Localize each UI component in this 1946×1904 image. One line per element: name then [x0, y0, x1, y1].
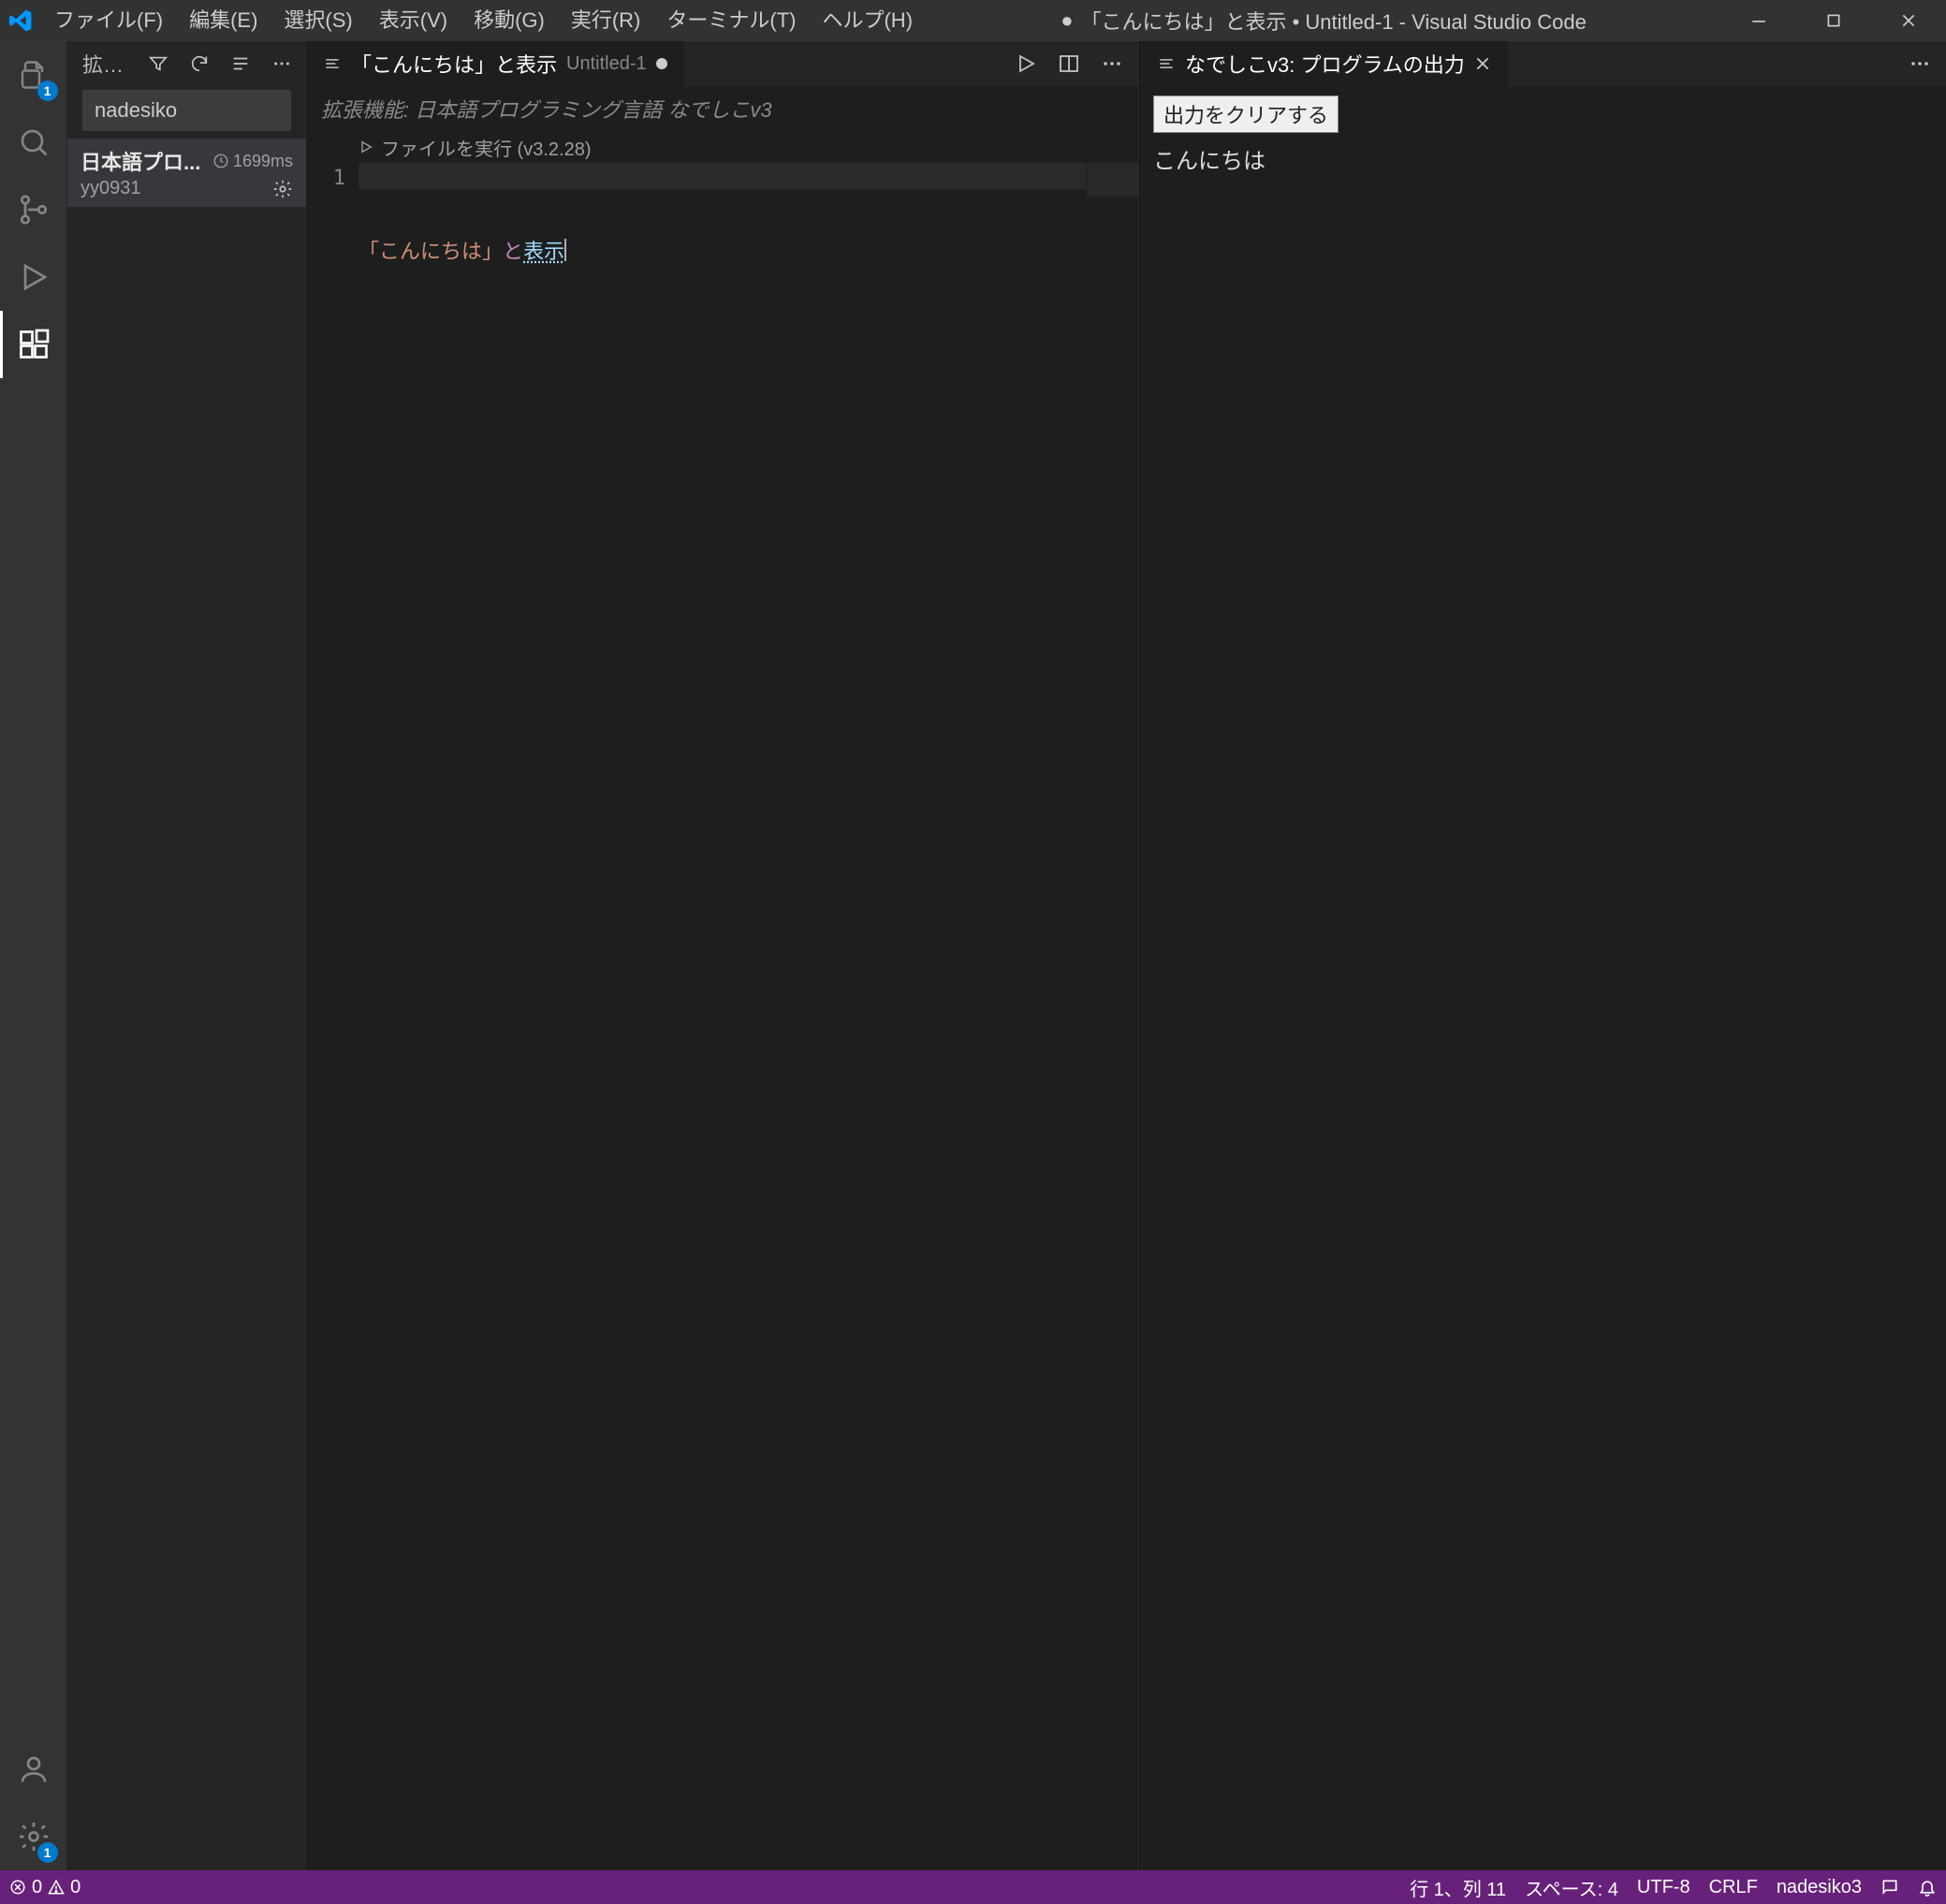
extension-activation-time: 1699ms — [212, 152, 293, 171]
activity-settings[interactable]: 1 — [0, 1803, 67, 1870]
maximize-button[interactable] — [1796, 0, 1871, 41]
window-title: ● 「こんにちは」と表示 • Untitled-1 - Visual Studi… — [926, 6, 1721, 36]
extension-search-input[interactable] — [82, 90, 291, 131]
dirty-dot-icon — [656, 58, 667, 69]
sidebar-header: 拡張... — [67, 41, 306, 86]
menu-help[interactable]: ヘルプ(H) — [809, 0, 926, 41]
tab-actions-left — [1000, 41, 1138, 86]
menu-terminal[interactable]: ターミナル(T) — [653, 0, 809, 41]
tabbar-left: 「こんにちは」と表示 Untitled-1 — [306, 41, 1138, 86]
editor-group-1: 「こんにちは」と表示 Untitled-1 拡張機 — [306, 41, 1139, 1870]
vscode-logo-icon — [0, 0, 41, 41]
sidebar-extensions: 拡張... 日本語プロ... 1699ms — [67, 41, 306, 1870]
tab-output-title: なでしこv3: プログラムの出力 — [1185, 49, 1465, 79]
refresh-icon[interactable] — [183, 47, 216, 81]
play-icon — [358, 139, 373, 154]
status-bar: 0 0 行 1、列 11 スペース: 4 UTF-8 CRLF nadesiko… — [0, 1870, 1946, 1904]
line-number: 1 — [306, 167, 345, 190]
menu-file[interactable]: ファイル(F) — [41, 0, 176, 41]
tabbar-right: なでしこv3: プログラムの出力 — [1140, 41, 1946, 86]
run-icon[interactable] — [1007, 45, 1045, 82]
minimap-viewport[interactable] — [1087, 163, 1138, 197]
error-count: 0 — [32, 1877, 42, 1898]
activity-extensions[interactable] — [0, 311, 67, 378]
status-language[interactable]: nadesiko3 — [1767, 1870, 1871, 1904]
warning-count: 0 — [70, 1877, 80, 1898]
explorer-badge: 1 — [37, 81, 58, 101]
status-cursor-position[interactable]: 行 1、列 11 — [1400, 1870, 1515, 1904]
activity-run-debug[interactable] — [0, 243, 67, 311]
tab-code[interactable]: 「こんにちは」と表示 Untitled-1 — [306, 41, 685, 86]
status-eol[interactable]: CRLF — [1700, 1870, 1767, 1904]
settings-badge: 1 — [37, 1842, 58, 1863]
tab-actions-right — [1894, 41, 1946, 86]
error-icon — [9, 1879, 26, 1896]
code-line-1: 「こんにちは」と表示 — [358, 237, 1138, 263]
window-controls — [1721, 0, 1946, 41]
extension-list-item[interactable]: 日本語プロ... 1699ms yy0931 — [67, 139, 306, 207]
token-open-bracket: 「 — [358, 235, 379, 265]
token-verb: 表示 — [523, 235, 564, 265]
token-close-bracket: 」 — [482, 235, 503, 265]
window-title-text: 「こんにちは」と表示 • Untitled-1 - Visual Studio … — [1080, 6, 1586, 36]
activity-source-control[interactable] — [0, 176, 67, 243]
current-line-highlight — [358, 163, 1086, 189]
line-gutter: 1 — [306, 163, 358, 1870]
split-editor-icon[interactable] — [1050, 45, 1088, 82]
extension-author: yy0931 — [80, 178, 263, 199]
breadcrumb[interactable]: ファイルを実行 (v3.2.28) — [306, 131, 1138, 163]
menu-view[interactable]: 表示(V) — [366, 0, 461, 41]
status-feedback-icon[interactable] — [1871, 1870, 1909, 1904]
sidebar-title: 拡張... — [82, 49, 134, 79]
minimap[interactable] — [1086, 163, 1138, 1870]
editor-area: 「こんにちは」と表示 Untitled-1 拡張機 — [306, 41, 1946, 1870]
minimize-button[interactable] — [1721, 0, 1796, 41]
warning-icon — [48, 1879, 65, 1896]
status-problems[interactable]: 0 0 — [0, 1870, 90, 1904]
more-icon[interactable] — [1093, 45, 1131, 82]
tab-output[interactable]: なでしこv3: プログラムの出力 — [1140, 41, 1509, 86]
tab-code-subtitle: Untitled-1 — [566, 53, 647, 75]
menu-run[interactable]: 実行(R) — [558, 0, 654, 41]
activity-explorer[interactable]: 1 — [0, 41, 67, 109]
menu-edit[interactable]: 編集(E) — [176, 0, 271, 41]
activity-accounts[interactable] — [0, 1736, 67, 1803]
more-icon[interactable] — [1901, 45, 1939, 82]
history-icon — [212, 153, 229, 169]
clear-output-button[interactable]: 出力をクリアする — [1153, 95, 1339, 133]
output-text: こんにちは — [1153, 142, 1933, 175]
activity-search[interactable] — [0, 109, 67, 176]
output-file-icon — [1157, 54, 1176, 73]
menu-selection[interactable]: 選択(S) — [271, 0, 365, 41]
token-particle: と — [503, 235, 523, 265]
output-panel: 出力をクリアする こんにちは — [1140, 86, 1946, 1870]
code-content[interactable]: 「こんにちは」と表示 — [358, 163, 1138, 1870]
editor-group-2: なでしこv3: プログラムの出力 出力をクリアする こんにちは — [1139, 41, 1946, 1870]
close-button[interactable] — [1871, 0, 1946, 41]
token-string: こんにちは — [379, 235, 482, 265]
titlebar: ファイル(F) 編集(E) 選択(S) 表示(V) 移動(G) 実行(R) ター… — [0, 0, 1946, 41]
status-encoding[interactable]: UTF-8 — [1628, 1870, 1700, 1904]
filter-icon[interactable] — [141, 47, 175, 81]
background-tab-extension-detail[interactable]: 拡張機能: 日本語プログラミング言語 なでしこv3 — [306, 86, 1138, 131]
extension-gear-icon[interactable] — [272, 179, 293, 199]
nadesiko-file-icon — [323, 54, 342, 73]
status-indentation[interactable]: スペース: 4 — [1515, 1870, 1628, 1904]
breadcrumb-label: ファイルを実行 (v3.2.28) — [381, 134, 591, 161]
dirty-indicator: ● — [1061, 8, 1073, 33]
extension-name: 日本語プロ... — [80, 146, 203, 176]
activity-bar: 1 1 — [0, 41, 67, 1870]
menu-go[interactable]: 移動(G) — [461, 0, 558, 41]
menubar: ファイル(F) 編集(E) 選択(S) 表示(V) 移動(G) 実行(R) ター… — [41, 0, 926, 41]
tab-code-title: 「こんにちは」と表示 — [351, 49, 557, 79]
more-icon[interactable] — [265, 47, 299, 81]
clear-icon[interactable] — [224, 47, 257, 81]
close-tab-icon[interactable] — [1474, 55, 1491, 72]
code-editor[interactable]: 1 「こんにちは」と表示 — [306, 163, 1138, 1870]
status-bell-icon[interactable] — [1909, 1870, 1946, 1904]
text-cursor — [564, 239, 566, 261]
